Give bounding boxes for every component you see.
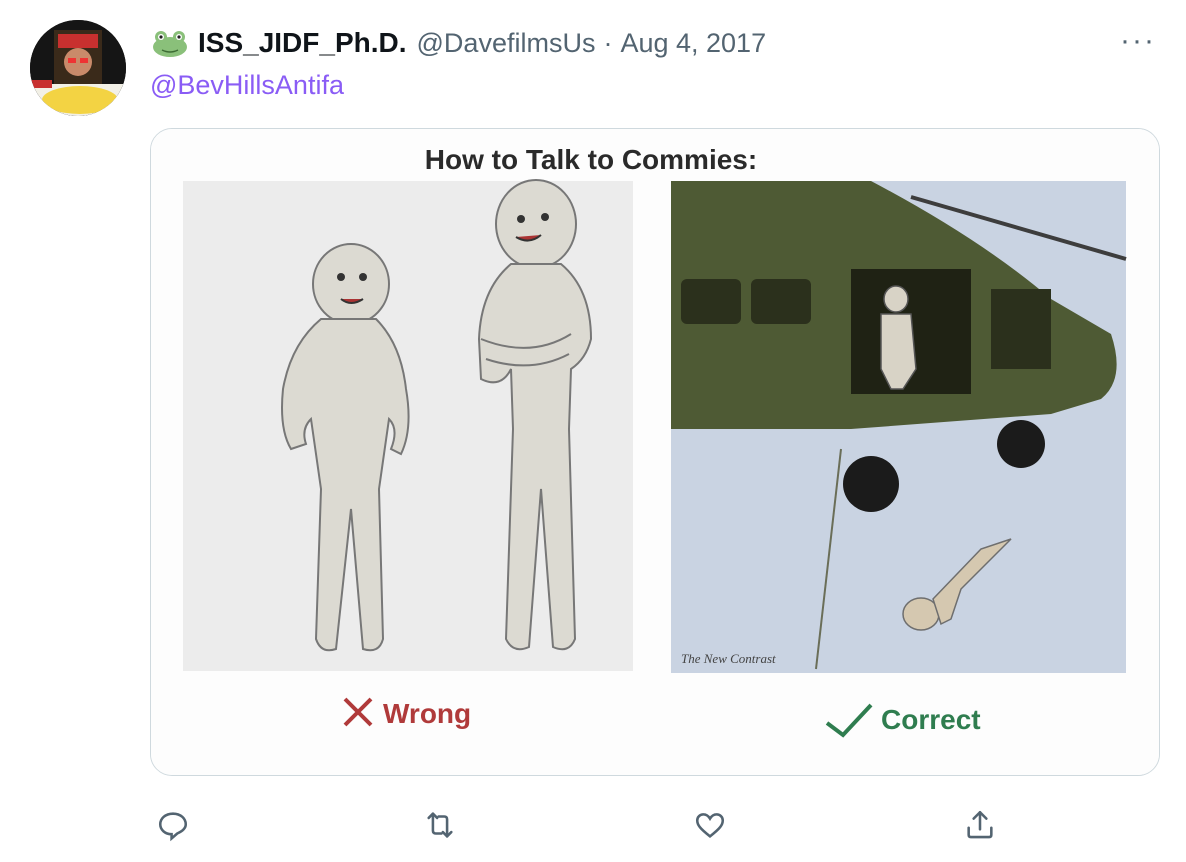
- tweet-media[interactable]: How to Talk to Commies: The New Contrast…: [150, 128, 1160, 776]
- tweet-actions: [0, 800, 1186, 850]
- separator: ·: [603, 27, 613, 58]
- replying-to-mention[interactable]: @BevHillsAntifa: [150, 70, 344, 101]
- retweet-icon[interactable]: [415, 800, 465, 850]
- handle[interactable]: @DavefilmsUs: [417, 28, 596, 59]
- wrong-label: Wrong: [383, 698, 471, 729]
- frog-emoji-icon: [150, 28, 190, 58]
- meme-title: How to Talk to Commies:: [425, 144, 757, 175]
- display-name[interactable]: ISS_JIDF_Ph.D.: [198, 27, 407, 59]
- like-icon[interactable]: [685, 800, 735, 850]
- more-icon[interactable]: ···: [1120, 26, 1156, 56]
- reply-icon[interactable]: [148, 800, 198, 850]
- avatar[interactable]: [30, 20, 126, 116]
- watermark: The New Contrast: [681, 651, 776, 666]
- correct-label: Correct: [881, 704, 981, 735]
- meme-image: How to Talk to Commies: The New Contrast…: [151, 129, 1159, 775]
- avatar-image: [30, 20, 126, 116]
- share-icon[interactable]: [955, 800, 1005, 850]
- tweet-header: ISS_JIDF_Ph.D. @DavefilmsUs · Aug 4, 201…: [150, 26, 766, 60]
- tweet-date[interactable]: Aug 4, 2017: [620, 28, 766, 59]
